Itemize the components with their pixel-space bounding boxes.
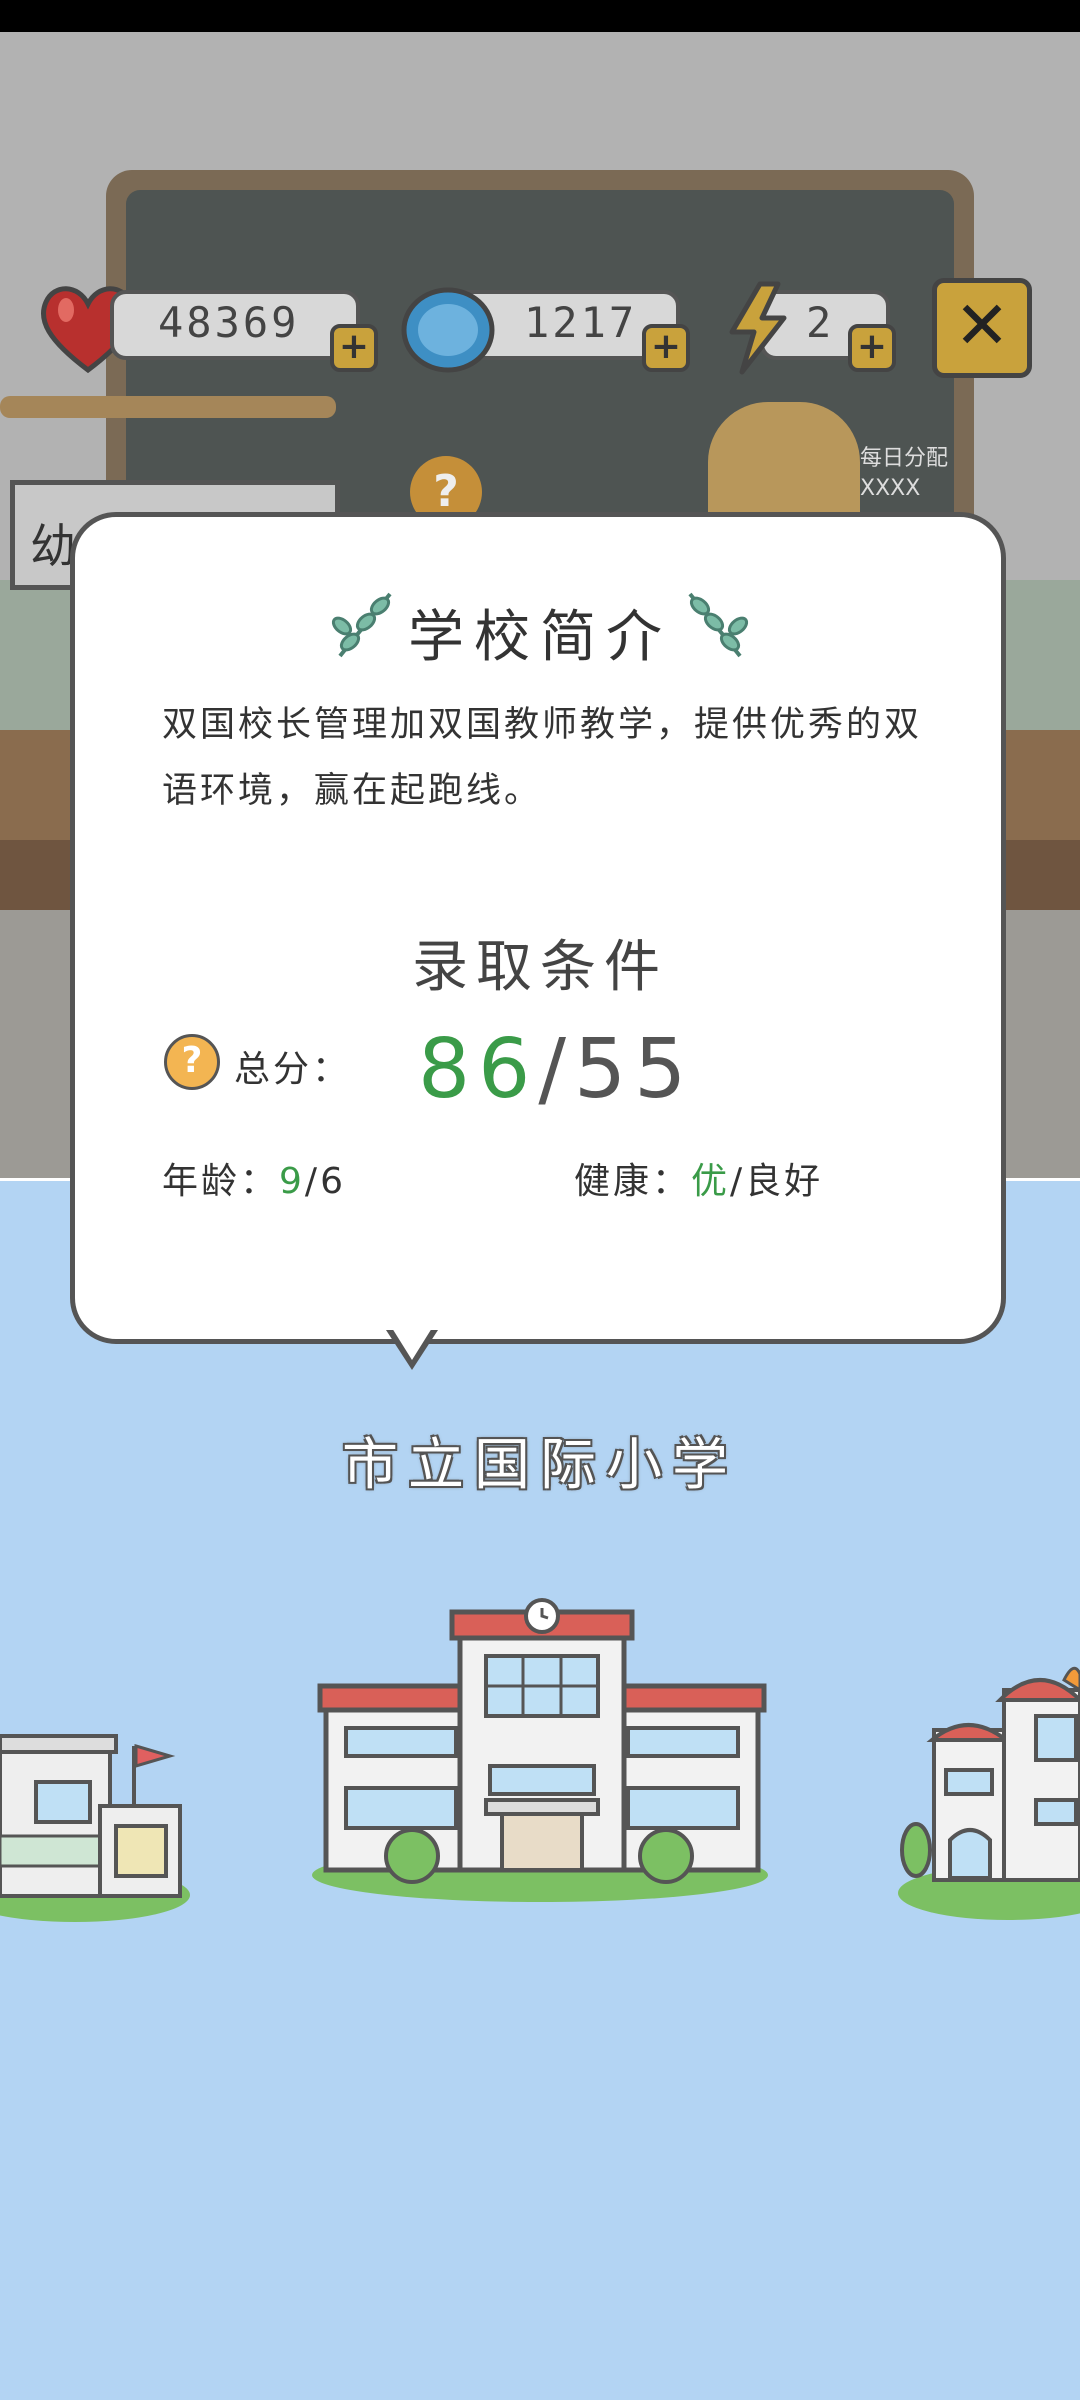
health-label: 健康：	[574, 1161, 692, 1202]
add-coins-button[interactable]: +	[642, 324, 690, 372]
laurel-right-icon	[688, 592, 749, 658]
lightning-icon	[729, 281, 787, 375]
health-required: 良好	[745, 1161, 824, 1202]
coins-value: 1217	[524, 298, 638, 347]
add-hearts-button[interactable]: +	[330, 324, 378, 372]
right-school-building[interactable]	[896, 1650, 1080, 1890]
total-score-label: 总分：	[234, 1049, 352, 1090]
age-label: 年龄：	[162, 1161, 280, 1202]
school-description: 双国校长管理加双国教师教学，提供优秀的双语环境，赢在起跑线。	[162, 705, 923, 811]
school-name: 市立国际小学	[342, 1433, 738, 1498]
popup-title: 学校简介	[408, 605, 672, 670]
age-requirement: 年龄：9/6	[162, 1152, 346, 1204]
coin-icon	[401, 287, 495, 373]
hanging-bar	[0, 396, 336, 418]
popup-tail-fill	[392, 1328, 432, 1360]
score-required: 55	[573, 1022, 695, 1117]
energy-value: 2	[806, 298, 835, 347]
left-school-building[interactable]	[0, 1726, 200, 1916]
board-caption-2: XXXX	[860, 476, 921, 501]
add-energy-button[interactable]: +	[848, 324, 896, 372]
status-bar	[0, 0, 1080, 32]
board-caption: 每日分配	[860, 446, 949, 471]
age-current: 9	[279, 1161, 305, 1202]
score-current: 86	[418, 1022, 539, 1117]
age-required: 6	[320, 1161, 346, 1202]
score-help-icon[interactable]: ?	[164, 1034, 220, 1090]
hearts-value: 48369	[158, 298, 300, 347]
admission-conditions-title: 录取条件	[412, 935, 668, 1000]
center-school-building[interactable]	[316, 1594, 768, 1894]
health-requirement: 健康：优/良好	[574, 1152, 823, 1204]
score-separator: /	[538, 1022, 574, 1117]
close-button[interactable]: ✕	[932, 278, 1032, 378]
health-separator: /	[730, 1161, 746, 1202]
total-score: 86/55	[418, 1022, 694, 1117]
health-current: 优	[691, 1161, 731, 1202]
age-separator: /	[304, 1161, 321, 1202]
